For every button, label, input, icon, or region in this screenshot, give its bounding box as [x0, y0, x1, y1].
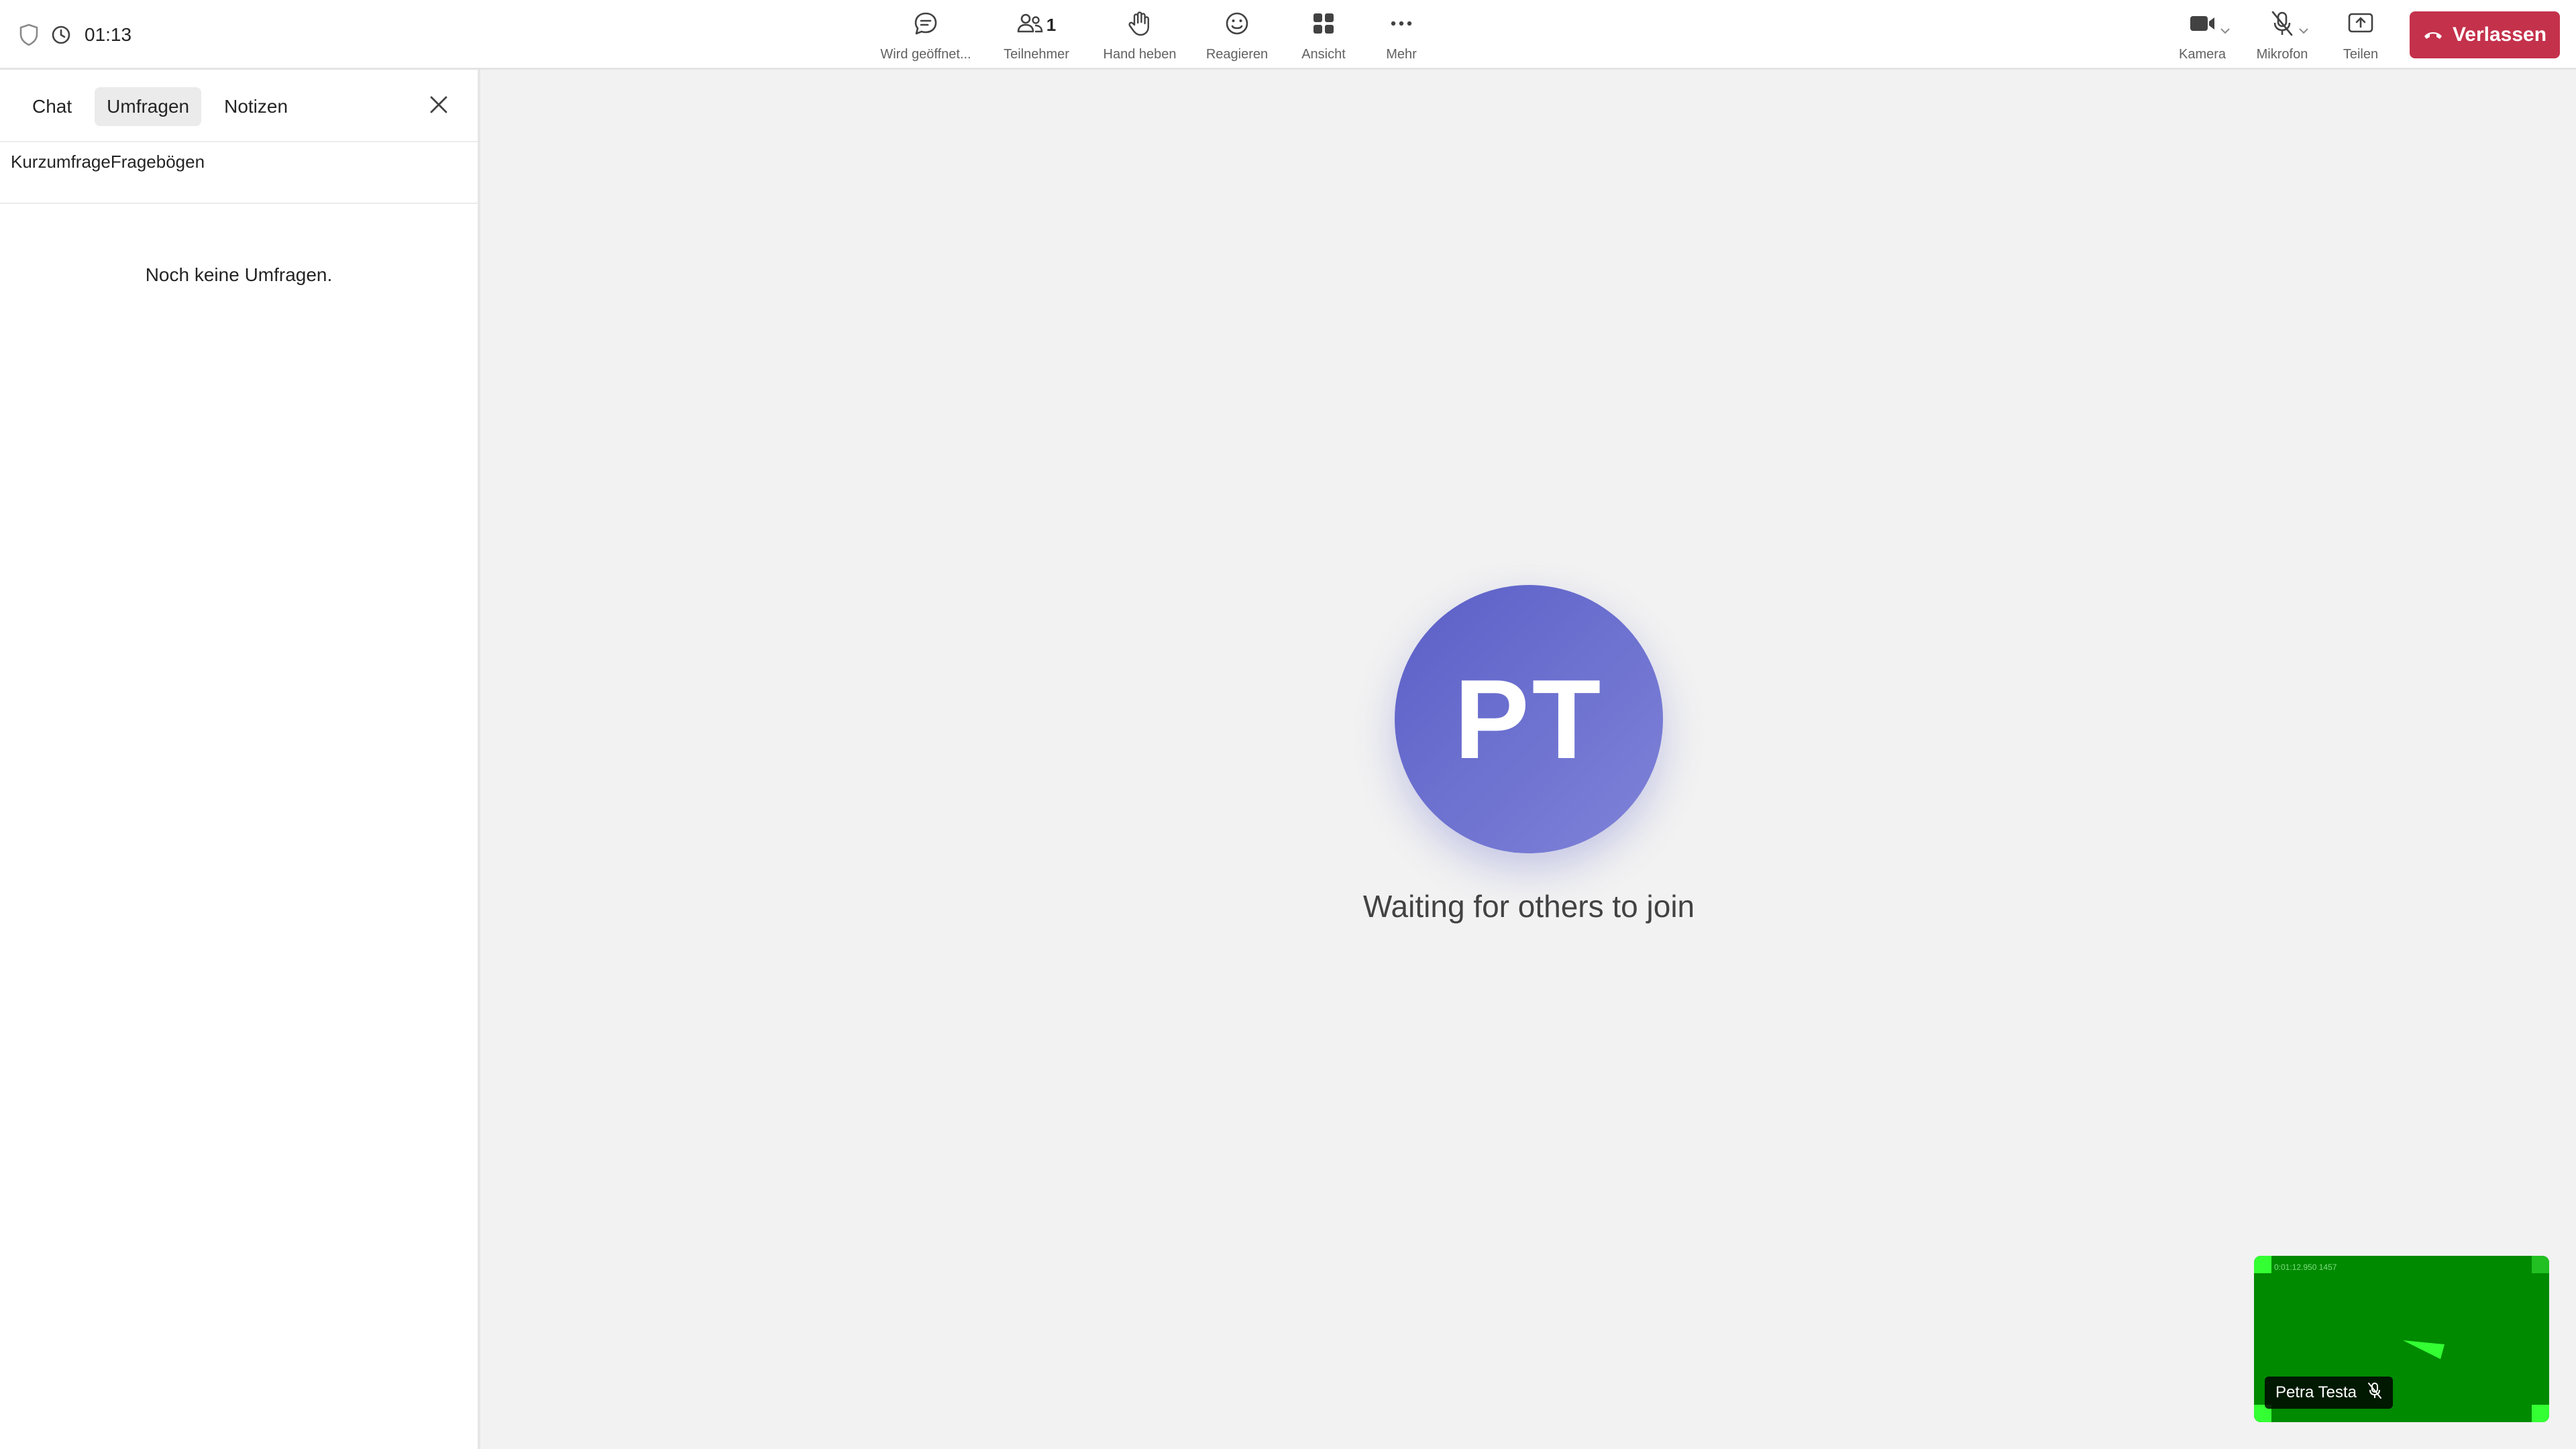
- leave-button-label: Verlassen: [2452, 23, 2547, 46]
- participants-button[interactable]: 1 Teilnehmer: [983, 0, 1090, 70]
- more-button-label: Mehr: [1386, 47, 1417, 62]
- participant-count: 1: [1046, 14, 1057, 35]
- participants-button-label: Teilnehmer: [1004, 47, 1069, 62]
- raise-hand-label: Hand heben: [1103, 47, 1177, 62]
- self-video-preview[interactable]: 0:01:12.950 1457 Petra Testa: [2254, 1256, 2549, 1422]
- panel-tabs: Chat Umfragen Notizen: [20, 86, 300, 127]
- device-controls: Kamera Mikrofon Teilen: [2163, 0, 2398, 70]
- center-toolbar: Wird geöffnet... 1 Teilnehmer Hand heben…: [869, 0, 1440, 70]
- avatar: PT: [1395, 585, 1663, 853]
- waiting-message: Waiting for others to join: [1362, 889, 1695, 924]
- poll-subtabs: Kurzumfrage Fragebögen: [11, 152, 205, 172]
- meeting-info: 01:13: [19, 0, 131, 70]
- hand-icon: [1127, 10, 1152, 40]
- share-button[interactable]: Teilen: [2323, 0, 2398, 70]
- meeting-toolbar: 01:13 Wird geöffnet... 1 Teilnehmer Hand…: [0, 0, 2576, 70]
- tab-notes[interactable]: Notizen: [212, 87, 300, 126]
- video-corner-marker: [2532, 1256, 2549, 1273]
- view-button[interactable]: Ansicht: [1285, 0, 1362, 70]
- close-icon: [429, 95, 449, 118]
- close-panel-button[interactable]: [423, 90, 455, 122]
- mic-off-icon: [2367, 1382, 2382, 1404]
- chevron-down-icon[interactable]: [2298, 25, 2309, 38]
- microphone-button[interactable]: Mikrofon: [2241, 0, 2323, 70]
- video-corner-marker: [2254, 1256, 2271, 1273]
- grid-icon: [1311, 11, 1336, 39]
- self-name: Petra Testa: [2275, 1383, 2357, 1401]
- camera-button[interactable]: Kamera: [2163, 0, 2241, 70]
- phone-hangup-icon: [2423, 23, 2443, 46]
- chat-button[interactable]: Wird geöffnet...: [869, 0, 983, 70]
- camera-icon: [2189, 13, 2216, 37]
- clock-icon: [51, 25, 71, 45]
- chevron-down-icon[interactable]: [2220, 25, 2231, 38]
- tab-chat[interactable]: Chat: [20, 87, 84, 126]
- smiley-icon: [1224, 10, 1250, 40]
- chat-button-label: Wird geöffnet...: [880, 47, 971, 62]
- meeting-stage: PT Waiting for others to join: [480, 70, 2576, 1449]
- avatar-initials: PT: [1454, 655, 1604, 782]
- panel-divider: [0, 203, 478, 204]
- meeting-timer: 01:13: [85, 24, 132, 45]
- polls-panel: Chat Umfragen Notizen Kurzumfrage Fragebö…: [0, 70, 480, 1449]
- video-shape: [2402, 1338, 2446, 1364]
- people-icon: [1017, 11, 1044, 39]
- share-label: Teilen: [2343, 47, 2379, 62]
- react-button[interactable]: Reagieren: [1189, 0, 1285, 70]
- microphone-label: Mikrofon: [2256, 47, 2308, 62]
- more-icon: [1389, 19, 1413, 31]
- video-corner-marker: [2532, 1405, 2549, 1422]
- tab-polls[interactable]: Umfragen: [95, 87, 202, 126]
- panel-divider: [0, 141, 478, 142]
- self-name-tag: Petra Testa: [2265, 1377, 2393, 1409]
- shield-icon: [19, 23, 39, 46]
- chat-icon: [912, 10, 939, 40]
- subtab-quick-poll[interactable]: Kurzumfrage: [11, 152, 111, 172]
- mic-off-icon: [2270, 10, 2294, 40]
- camera-label: Kamera: [2178, 47, 2226, 62]
- empty-state-text: Noch keine Umfragen.: [145, 264, 333, 285]
- subtab-questionnaires[interactable]: Fragebögen: [111, 152, 205, 172]
- view-button-label: Ansicht: [1301, 47, 1346, 62]
- more-button[interactable]: Mehr: [1362, 0, 1440, 70]
- video-timestamp-overlay: 0:01:12.950 1457: [2274, 1263, 2337, 1272]
- react-button-label: Reagieren: [1205, 47, 1269, 62]
- share-icon: [2347, 12, 2374, 38]
- raise-hand-button[interactable]: Hand heben: [1090, 0, 1189, 70]
- leave-button[interactable]: Verlassen: [2410, 11, 2560, 58]
